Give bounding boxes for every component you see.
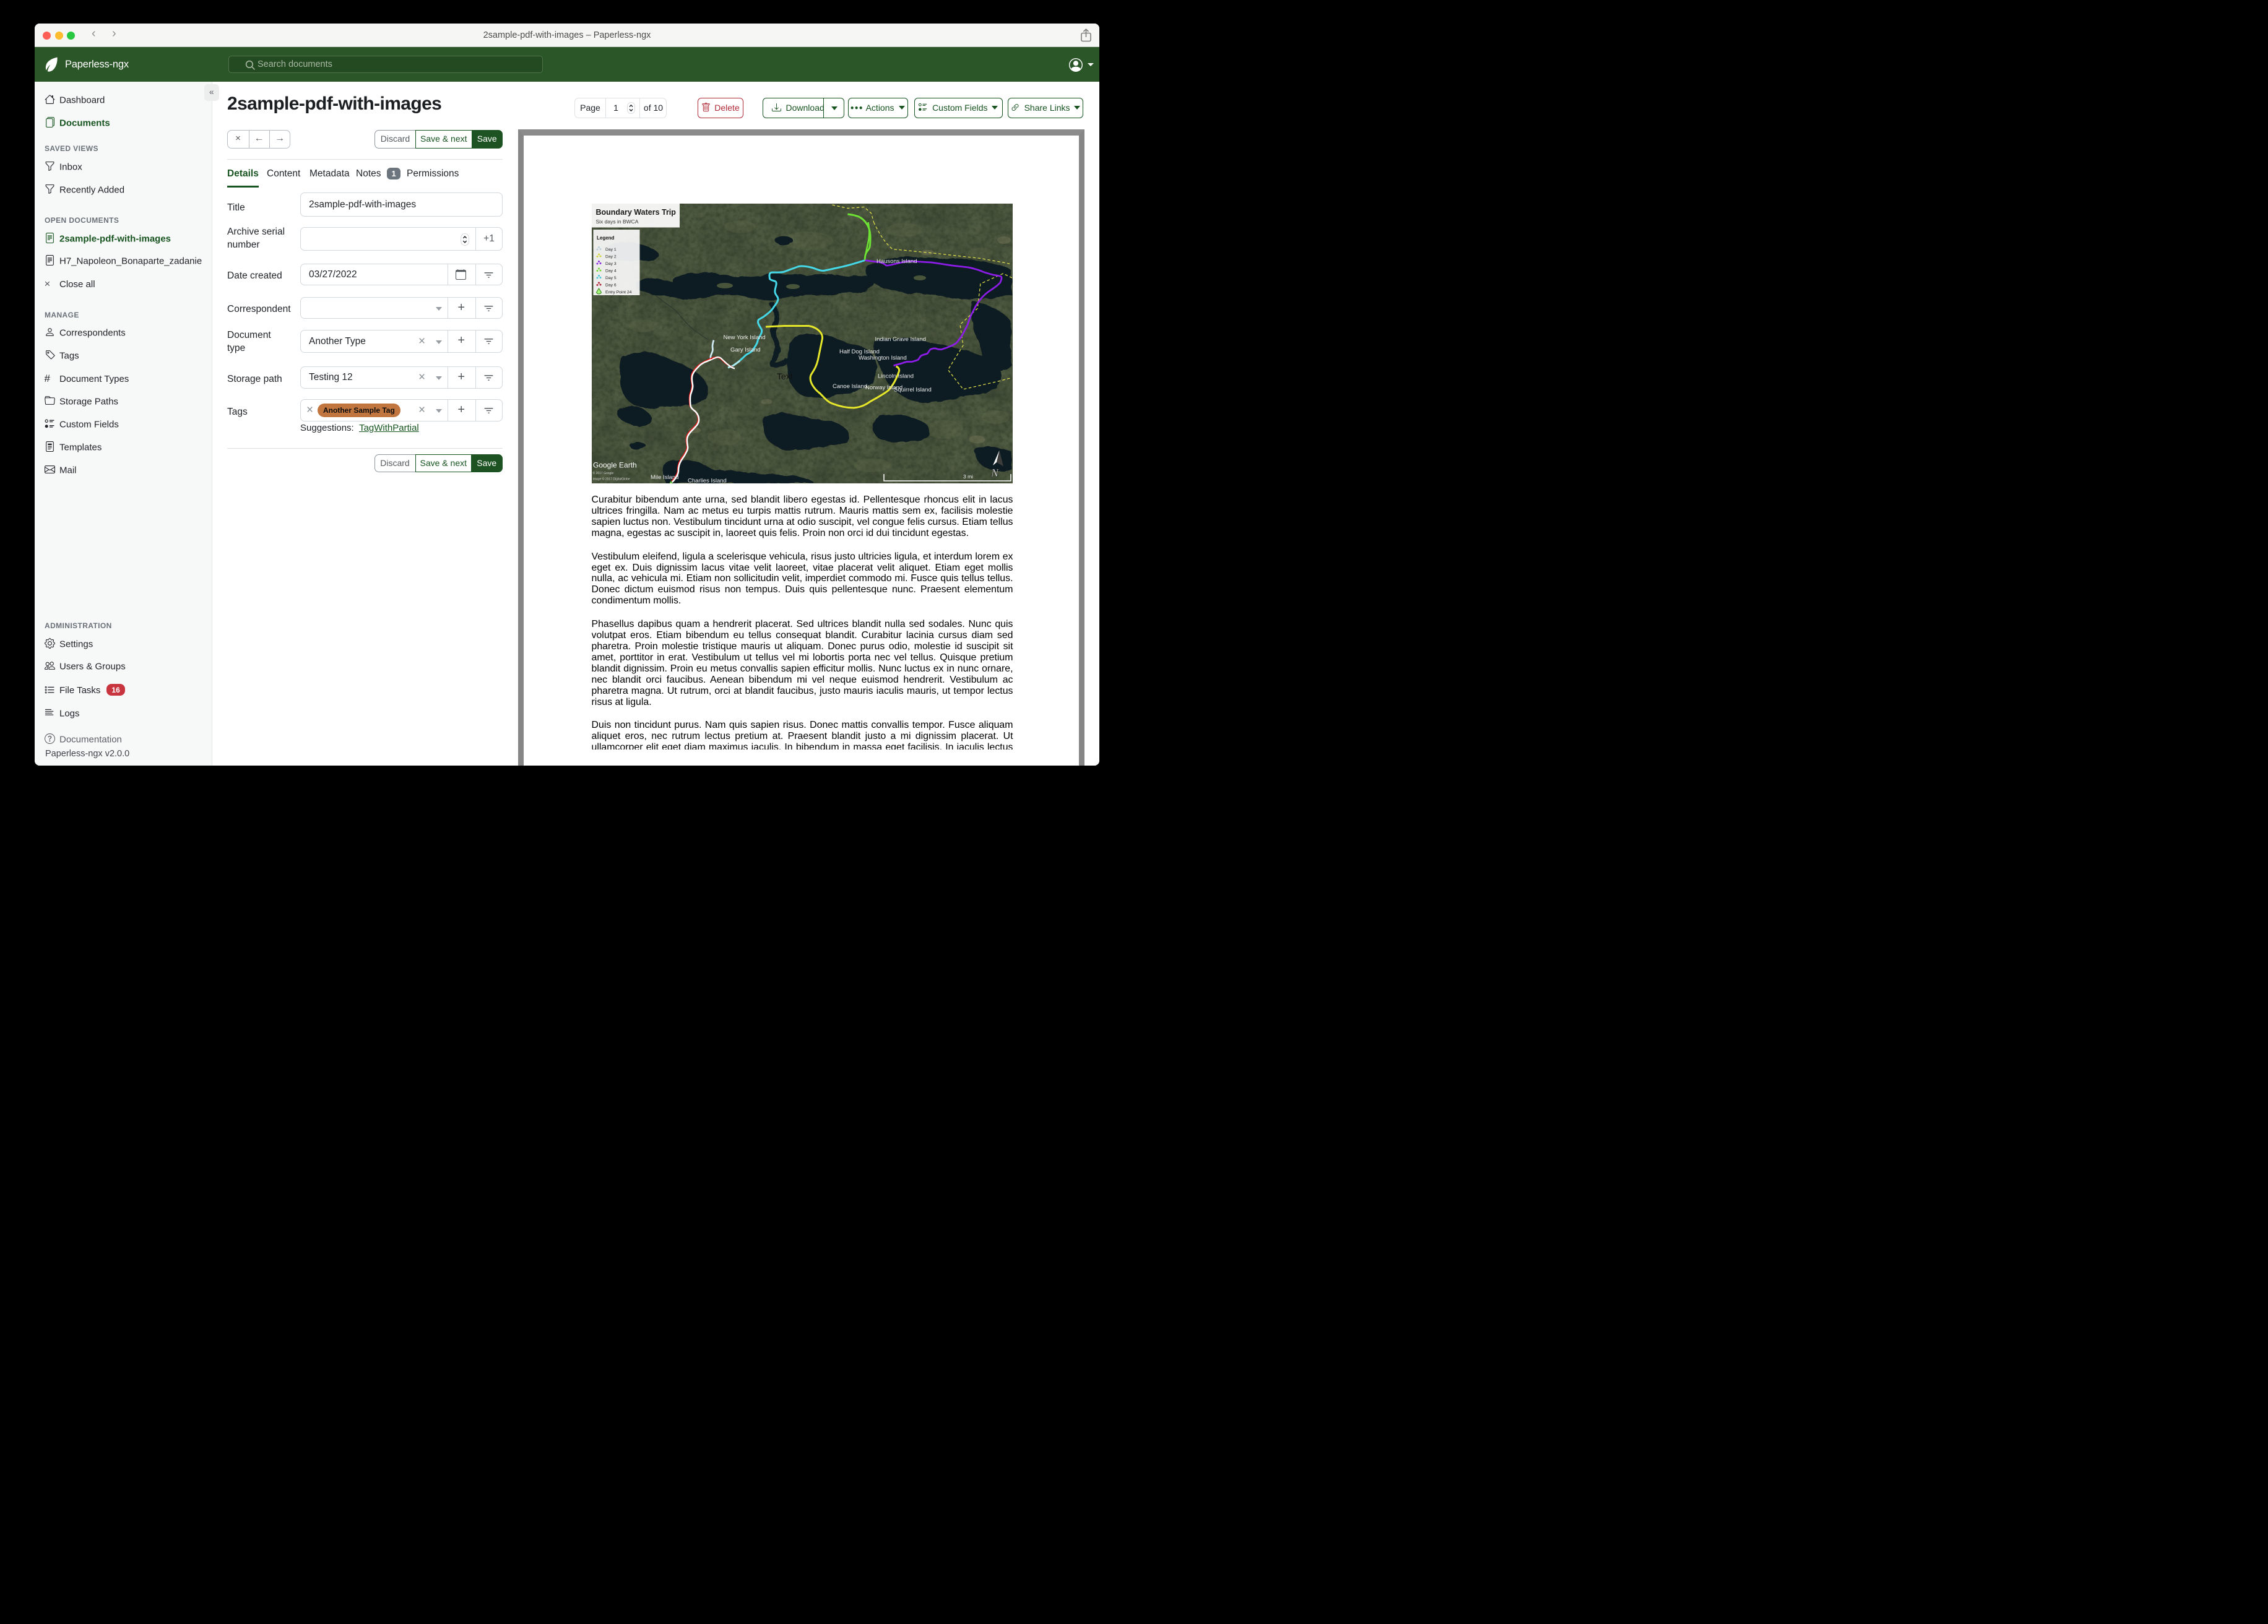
svg-text:Legend: Legend — [597, 235, 615, 241]
svg-text:Day 2: Day 2 — [605, 255, 617, 259]
svg-text:Half Dog Island: Half Dog Island — [839, 348, 880, 355]
svg-text:New York Island: New York Island — [723, 334, 765, 341]
svg-text:Day 5: Day 5 — [605, 276, 617, 280]
svg-text:Day 6: Day 6 — [605, 283, 617, 288]
svg-text:Entry Point 24: Entry Point 24 — [605, 290, 632, 295]
svg-text:3 mi: 3 mi — [963, 473, 973, 480]
svg-text:Day 3: Day 3 — [605, 262, 617, 266]
svg-text:Image © 2017 DigitalGlobe: Image © 2017 DigitalGlobe — [592, 477, 630, 482]
svg-text:Mile Island: Mile Island — [651, 474, 678, 481]
svg-text:Charlies Island: Charlies Island — [688, 478, 727, 484]
svg-text:Hausons Island: Hausons Island — [876, 258, 917, 265]
svg-text:Google Earth: Google Earth — [593, 461, 637, 470]
svg-text:Lincoln Island: Lincoln Island — [878, 373, 914, 380]
svg-text:Washington Island: Washington Island — [859, 355, 907, 361]
svg-text:Day 4: Day 4 — [605, 269, 617, 274]
svg-text:© 2017 Google: © 2017 Google — [592, 471, 613, 475]
svg-text:Day 1: Day 1 — [605, 248, 617, 252]
svg-text:Six days in BWCA: Six days in BWCA — [595, 218, 638, 225]
svg-text:Indian Grave Island: Indian Grave Island — [875, 336, 925, 343]
svg-text:Text: Text — [777, 371, 793, 381]
svg-text:Squirrel Island: Squirrel Island — [894, 387, 932, 394]
svg-text:N: N — [990, 467, 999, 479]
svg-text:Canoe Island: Canoe Island — [833, 383, 867, 390]
svg-text:Gary Island: Gary Island — [730, 347, 761, 353]
svg-text:Boundary Waters Trip: Boundary Waters Trip — [595, 208, 676, 217]
